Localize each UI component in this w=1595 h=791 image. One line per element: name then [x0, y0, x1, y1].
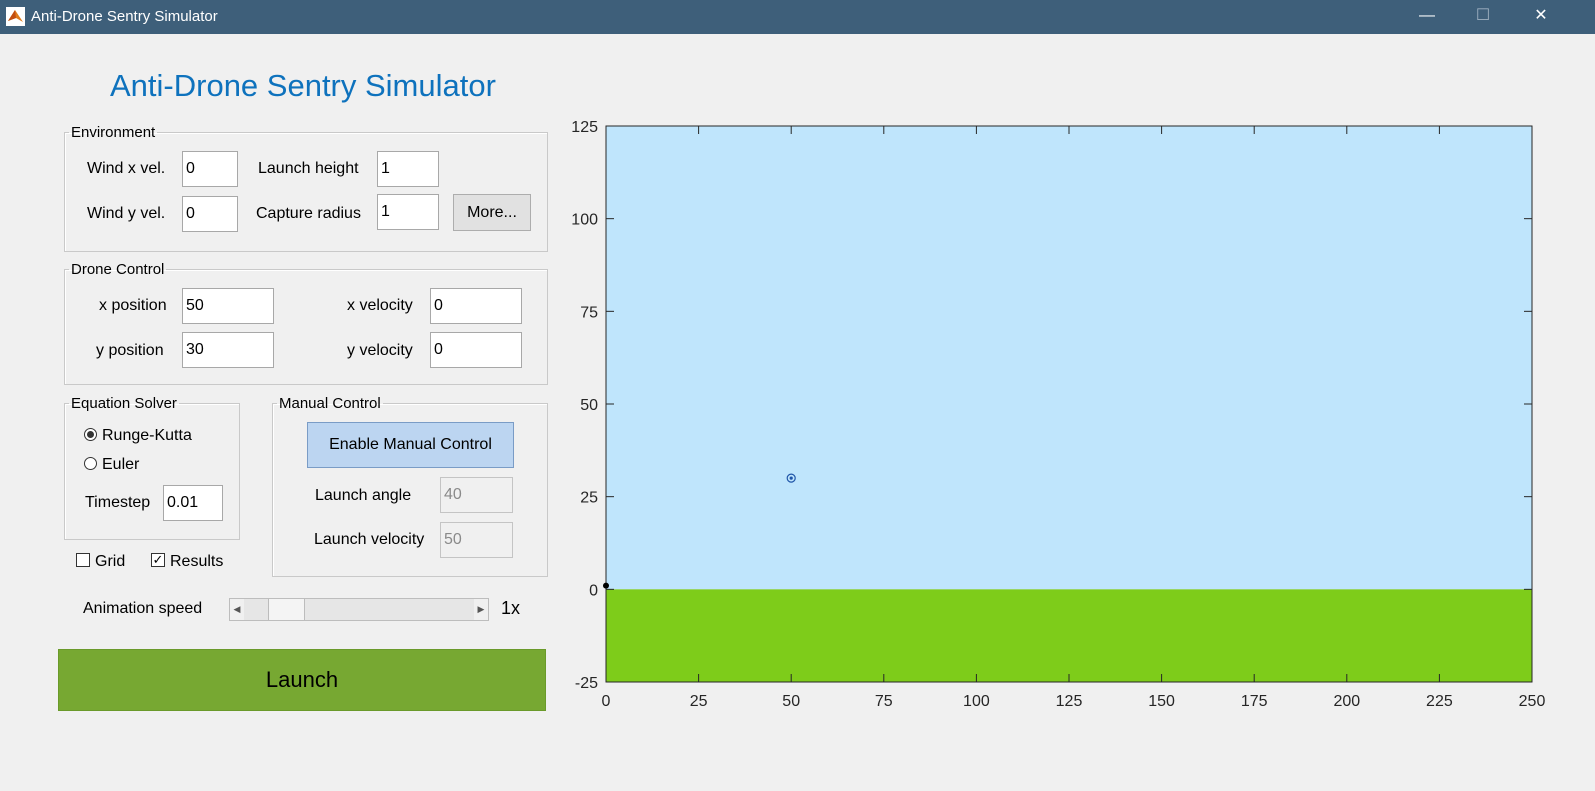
x-velocity-label: x velocity: [347, 297, 413, 314]
close-button[interactable]: ✕: [1518, 0, 1564, 34]
animation-speed-value: 1x: [501, 598, 521, 618]
manual-control-legend: Manual Control: [279, 395, 381, 412]
launch-velocity-label: Launch velocity: [314, 531, 425, 548]
x-tick-label: 225: [1426, 693, 1453, 710]
runge-kutta-radio[interactable]: [84, 428, 97, 441]
results-checkbox[interactable]: ✓: [151, 553, 165, 567]
animation-speed-slider[interactable]: ◀ ▶: [229, 598, 489, 621]
grid-checkbox[interactable]: [76, 553, 90, 567]
capture-radius-input[interactable]: [377, 194, 439, 230]
x-position-input[interactable]: [182, 288, 274, 324]
y-tick-label: 125: [571, 119, 598, 136]
slider-right-arrow-icon[interactable]: ▶: [474, 599, 488, 620]
drone-control-legend: Drone Control: [71, 261, 165, 278]
y-tick-label: 50: [580, 397, 598, 414]
launcher-point: [603, 582, 609, 589]
enable-manual-control-button[interactable]: Enable Manual Control: [307, 422, 514, 468]
x-tick-label: 250: [1519, 693, 1546, 710]
y-tick-label: -25: [575, 675, 598, 692]
timestep-input[interactable]: [163, 485, 223, 521]
euler-label[interactable]: Euler: [102, 456, 139, 474]
animation-speed-label: Animation speed: [83, 600, 203, 617]
y-tick-label: 75: [580, 304, 598, 321]
x-tick-label: 50: [782, 693, 800, 710]
simulation-axes[interactable]: 0 25 50 75 100 125 150 175 200 225 250 -25 0 25 50 75 10…: [550, 110, 1550, 725]
y-position-label: y position: [96, 342, 164, 359]
x-tick-label: 150: [1148, 693, 1175, 710]
environment-panel: Environment: [64, 124, 548, 252]
window-title: Anti-Drone Sentry Simulator: [31, 8, 218, 25]
sky-region: [606, 126, 1532, 590]
launch-angle-input: [440, 477, 513, 513]
euler-radio[interactable]: [84, 457, 97, 470]
environment-legend: Environment: [71, 124, 156, 141]
y-velocity-input[interactable]: [430, 332, 522, 368]
x-tick-label: 125: [1056, 693, 1083, 710]
x-tick-label: 200: [1333, 693, 1360, 710]
y-position-input[interactable]: [182, 332, 274, 368]
launch-button[interactable]: Launch: [58, 649, 546, 711]
launch-height-input[interactable]: [377, 151, 439, 187]
radio-selected-dot: [87, 431, 94, 438]
wind-y-input[interactable]: [182, 196, 238, 232]
app-heading: Anti-Drone Sentry Simulator: [110, 68, 496, 103]
x-tick-label: 25: [690, 693, 708, 710]
x-velocity-input[interactable]: [430, 288, 522, 324]
wind-x-input[interactable]: [182, 151, 238, 187]
runge-kutta-label[interactable]: Runge-Kutta: [102, 427, 192, 445]
simulation-plot[interactable]: 0 25 50 75 100 125 150 175 200 225 250-25025507510…: [550, 110, 1550, 720]
launch-angle-label: Launch angle: [315, 487, 412, 504]
y-tick-label: 25: [580, 490, 598, 507]
x-tick-label: 75: [875, 693, 893, 710]
results-label[interactable]: Results: [170, 553, 223, 571]
x-position-label: x position: [99, 297, 167, 314]
minimize-button[interactable]: —: [1404, 0, 1450, 34]
y-tick-label: 100: [571, 212, 598, 229]
grid-label[interactable]: Grid: [95, 553, 125, 571]
drone-marker-center: [789, 476, 793, 480]
matlab-app-icon: [6, 7, 25, 26]
wind-x-label: Wind x vel.: [87, 160, 166, 177]
capture-radius-label: Capture radius: [256, 205, 361, 222]
title-bar: Anti-Drone Sentry Simulator — ☐ ✕: [0, 0, 1595, 34]
launch-height-label: Launch height: [258, 160, 359, 177]
launch-velocity-input: [440, 522, 513, 558]
timestep-label: Timestep: [85, 494, 151, 511]
more-button[interactable]: More...: [453, 194, 531, 231]
maximize-button[interactable]: ☐: [1460, 0, 1506, 34]
x-tick-label: 0: [602, 693, 611, 710]
x-tick-label: 175: [1241, 693, 1268, 710]
slider-thumb[interactable]: [268, 599, 306, 620]
equation-solver-legend: Equation Solver: [71, 395, 177, 412]
y-velocity-label: y velocity: [347, 342, 413, 359]
wind-y-label: Wind y vel.: [87, 205, 166, 222]
x-tick-label: 100: [963, 693, 990, 710]
y-tick-label: 0: [589, 582, 598, 599]
slider-left-arrow-icon[interactable]: ◀: [230, 599, 244, 620]
ground-region: [606, 589, 1532, 682]
